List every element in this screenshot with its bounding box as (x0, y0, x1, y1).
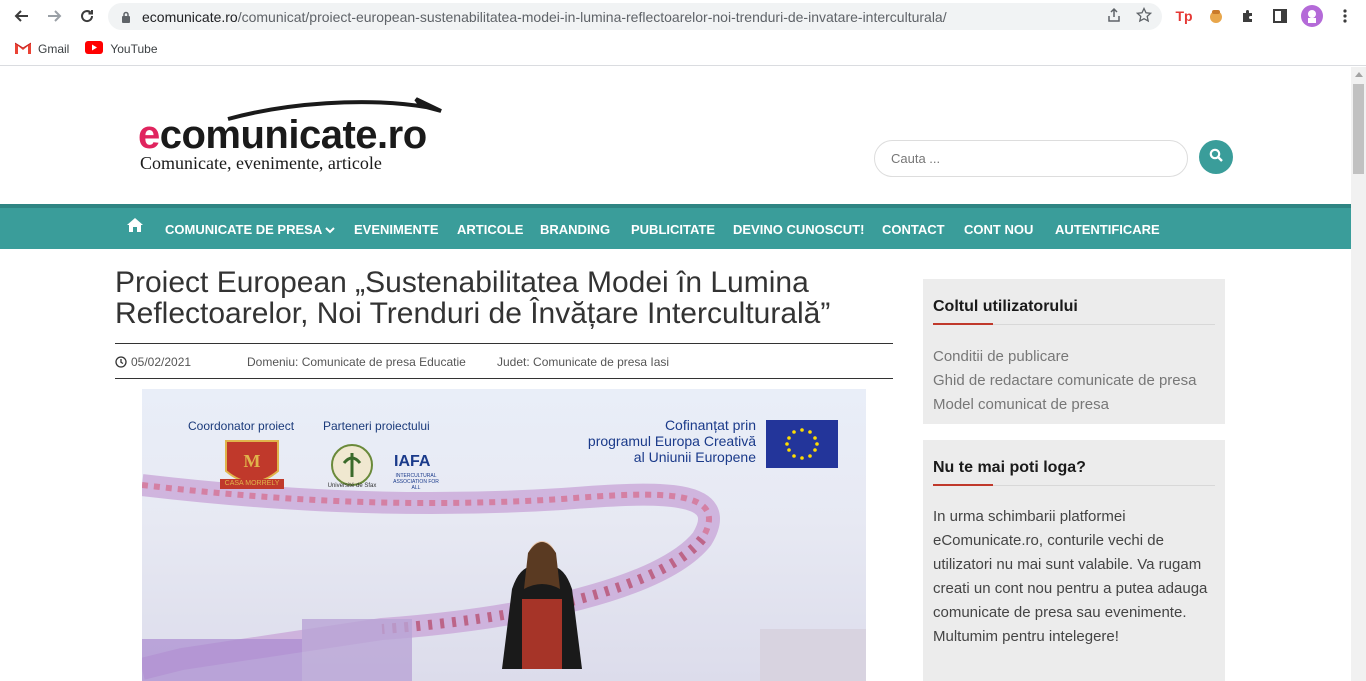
clock-icon (115, 356, 127, 368)
article-date: 05/02/2021 (115, 355, 191, 369)
featured-image: Coordonator proiect Parteneri proiectulu… (142, 389, 866, 681)
nav-evenimente[interactable]: EVENIMENTE (354, 222, 439, 237)
side-panel-icon[interactable] (1269, 5, 1291, 27)
bookmarks-bar: Gmail YouTube (0, 33, 1366, 66)
search-button[interactable] (1199, 140, 1233, 174)
link-conditii-publicare[interactable]: Conditii de publicare (933, 345, 1215, 369)
profile-avatar-icon[interactable] (1301, 5, 1323, 27)
bookmark-gmail[interactable]: Gmail (14, 42, 69, 57)
page-scrollbar[interactable] (1351, 67, 1366, 681)
nav-articole[interactable]: ARTICOLE (457, 222, 523, 237)
svg-text:M: M (244, 451, 261, 471)
article-header: Proiect European „Sustenabilitatea Modei… (115, 267, 893, 329)
widget-title: Coltul utilizatorului (933, 279, 1215, 325)
search-icon (1209, 148, 1223, 167)
widget-coltul-utilizatorului: Coltul utilizatorului Conditii de public… (923, 279, 1225, 424)
chevron-down-icon (325, 227, 336, 234)
cookie-extension-icon[interactable] (1205, 5, 1227, 27)
link-model-comunicat[interactable]: Model comunicat de presa (933, 393, 1215, 417)
article-judet[interactable]: Judet: Comunicate de presa Iasi (497, 355, 669, 369)
nav-comunicate-de-presa[interactable]: COMUNICATE DE PRESA (165, 222, 336, 237)
url-text: ecomunicate.ro/comunicat/proiect-europea… (142, 8, 947, 25)
lock-icon[interactable] (120, 10, 132, 24)
scrollbar-thumb[interactable] (1353, 84, 1364, 174)
parteneri-label: Parteneri proiectului (323, 419, 430, 433)
main-navigation: COMUNICATE DE PRESA EVENIMENTE ARTICOLE … (0, 204, 1351, 249)
forward-icon[interactable] (43, 5, 65, 27)
widget-nu-te-mai-poti-loga: Nu te mai poti loga? In urma schimbarii … (923, 440, 1225, 681)
nav-branding[interactable]: BRANDING (540, 222, 610, 237)
nav-contact[interactable]: CONTACT (882, 222, 945, 237)
site-logo[interactable]: ecomunicate.ro Comunicate, evenimente, a… (138, 95, 448, 175)
share-icon[interactable] (1106, 7, 1122, 28)
nav-publicitate[interactable]: PUBLICITATE (631, 222, 715, 237)
sidebar: Coltul utilizatorului Conditii de public… (923, 279, 1225, 681)
address-bar[interactable]: ecomunicate.ro/comunicat/proiect-europea… (108, 3, 1162, 30)
coordonator-label: Coordonator proiect (188, 419, 295, 433)
scroll-up-icon[interactable] (1351, 67, 1366, 81)
browser-toolbar: ecomunicate.ro/comunicat/proiect-europea… (0, 0, 1366, 33)
nav-autentificare[interactable]: AUTENTIFICARE (1055, 222, 1160, 237)
page-viewport: ecomunicate.ro Comunicate, evenimente, a… (0, 67, 1366, 681)
article-title: Proiect European „Sustenabilitatea Modei… (115, 266, 831, 330)
home-icon[interactable] (127, 218, 143, 234)
bookmark-star-icon[interactable] (1135, 6, 1153, 28)
widget-text: In urma schimbarii platformei eComunicat… (933, 508, 1208, 645)
extensions-puzzle-icon[interactable] (1237, 5, 1259, 27)
article-meta: 05/02/2021 Domeniu: Comunicate de presa … (115, 343, 893, 379)
bookmark-youtube[interactable]: YouTube (85, 41, 158, 57)
search-input[interactable] (891, 151, 1171, 166)
cofinantat-text: Cofinanțat prin programul Europa Creativ… (587, 417, 756, 465)
embroidery-pattern-illustration (142, 474, 866, 681)
youtube-icon (85, 41, 104, 57)
logo-tagline: Comunicate, evenimente, articole (140, 153, 382, 173)
gmail-icon (14, 42, 32, 57)
widget-title: Nu te mai poti loga? (933, 440, 1215, 486)
eu-flag-logo (766, 420, 838, 468)
article-domeniu[interactable]: Domeniu: Comunicate de presa Educatie (247, 355, 466, 369)
menu-kebab-icon[interactable] (1334, 5, 1356, 27)
reload-icon[interactable] (76, 5, 98, 27)
widget-link-list: Conditii de publicare Ghid de redactare … (933, 325, 1215, 426)
nav-devino-cunoscut[interactable]: DEVINO CUNOSCUT! (733, 222, 864, 237)
link-ghid-redactare[interactable]: Ghid de redactare comunicate de presa (933, 369, 1215, 393)
nav-cont-nou[interactable]: CONT NOU (964, 222, 1033, 237)
iafa-logo: IAFA INTERCULTURAL ASSOCIATION FOR ALL (393, 453, 439, 491)
casa-morrely-logo: M CASA MORRELY (216, 437, 288, 493)
back-icon[interactable] (11, 5, 33, 27)
universite-sfax-logo: Université de Sfax (326, 439, 378, 495)
search-field-wrapper (874, 140, 1188, 177)
tp-extension-icon[interactable]: Tp (1173, 5, 1195, 27)
site-header: ecomunicate.ro Comunicate, evenimente, a… (0, 67, 1366, 204)
logo-wordmark: ecomunicate.ro (138, 113, 427, 157)
